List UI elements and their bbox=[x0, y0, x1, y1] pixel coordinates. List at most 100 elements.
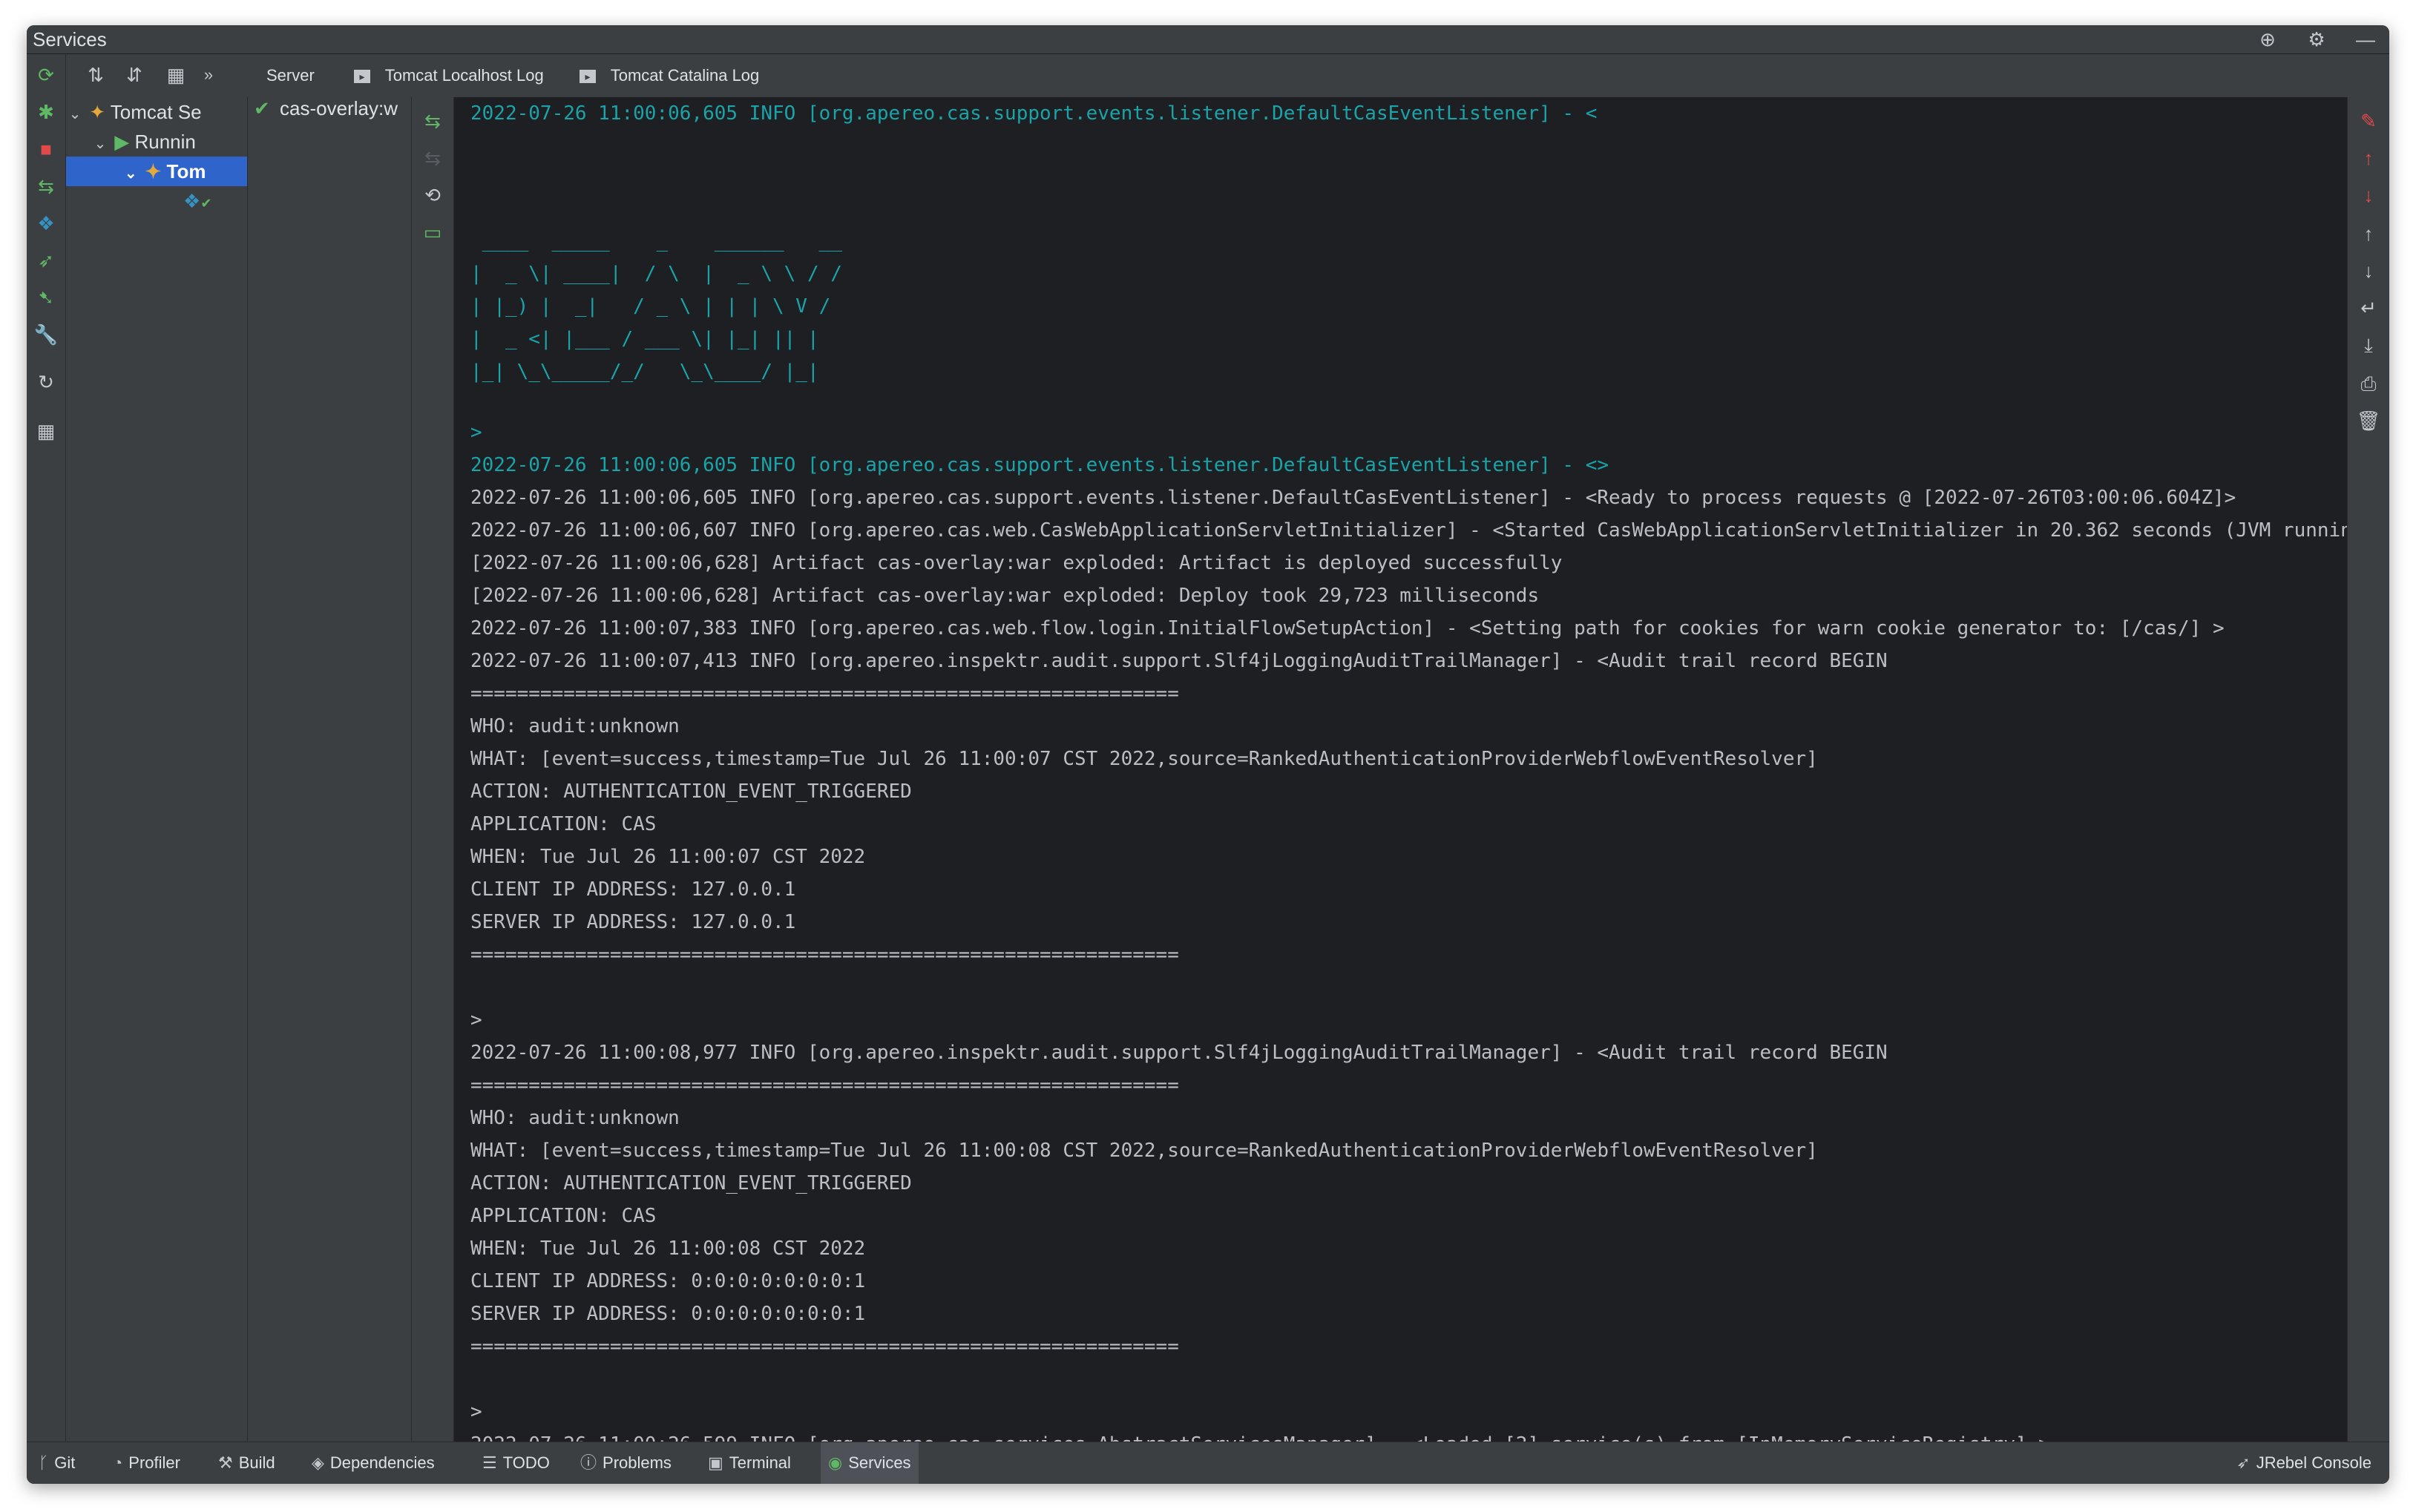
log-line: ACTION: AUTHENTICATION_EVENT_TRIGGERED bbox=[470, 780, 912, 803]
status-build[interactable]: ⚒ Build bbox=[211, 1442, 283, 1484]
console-output[interactable]: 2022-07-26 11:00:06,605 INFO [org.apereo… bbox=[454, 97, 2374, 1442]
ascii-art-line: | |_) | _| / _ \ | | | \ V / bbox=[470, 295, 831, 318]
status-bar: ᚴ Git ◔ Profiler ⚒ Build ◈ Dependencies ☰ TOD… bbox=[27, 1442, 2389, 1484]
git-icon: ᚴ bbox=[39, 1453, 49, 1472]
log-line: 2022-07-26 11:00:07,413 INFO [org.apereo… bbox=[470, 650, 1888, 672]
update-app-icon[interactable]: ⇆ bbox=[27, 170, 65, 203]
rerun-icon[interactable]: ⟳ bbox=[27, 59, 65, 91]
tab-tomcat-catalina-log[interactable]: ▸ Tomcat Catalina Log bbox=[580, 54, 759, 97]
group-icon[interactable]: ▦ bbox=[161, 60, 191, 90]
layout-icon[interactable]: ▦ bbox=[27, 415, 65, 447]
check-icon: ✔ bbox=[254, 97, 270, 119]
log-line: CLIENT IP ADDRESS: 127.0.0.1 bbox=[470, 878, 796, 901]
down-arrow-icon[interactable]: ↓ bbox=[2348, 252, 2389, 290]
terminal-icon: ▣ bbox=[708, 1453, 723, 1472]
deploy-icon[interactable]: ❖ bbox=[27, 207, 65, 240]
jrebel-run-icon[interactable]: ➶ bbox=[27, 244, 65, 277]
services-toolbar: ⇅ ⇵ ▦ » Server ▸ Tomcat Localhost Log ▸ … bbox=[66, 54, 2389, 97]
deployment-panel: ✔ cas-overlay:w bbox=[248, 97, 412, 1442]
tree-item-tomcat-instance[interactable]: ⌄ ✦ Tom bbox=[66, 157, 247, 186]
info-icon: ⓘ bbox=[580, 1453, 597, 1472]
status-todo[interactable]: ☰ TODO bbox=[475, 1442, 557, 1484]
tree-item-artifact[interactable]: ❖✔ bbox=[183, 186, 211, 216]
services-icon: ◉ bbox=[828, 1453, 843, 1472]
print-icon[interactable]: ⎙ bbox=[2348, 364, 2389, 403]
refresh-icon[interactable]: ↻ bbox=[27, 366, 65, 398]
jrebel-debug-icon[interactable]: ➷ bbox=[27, 281, 65, 314]
log-line: WHO: audit:unknown bbox=[470, 715, 680, 737]
log-line: APPLICATION: CAS bbox=[470, 813, 657, 835]
undeploy-icon[interactable]: ⇆ bbox=[412, 142, 453, 174]
status-profiler[interactable]: ◔ Profiler bbox=[105, 1442, 188, 1484]
log-line: [2022-07-26 11:00:06,628] Artifact cas-o… bbox=[470, 585, 1540, 607]
next-error-icon[interactable]: ↓ bbox=[2348, 176, 2389, 214]
gear-icon[interactable]: ⚙ bbox=[2302, 27, 2331, 52]
tab-tomcat-localhost-log[interactable]: ▸ Tomcat Localhost Log bbox=[354, 54, 544, 97]
debug-icon[interactable]: ✱ bbox=[27, 96, 65, 128]
stop-icon[interactable]: ■ bbox=[27, 133, 65, 165]
chevron-down-icon[interactable]: ⌄ bbox=[66, 99, 84, 129]
log-first-line: 2022-07-26 11:00:06,605 INFO [org.apereo… bbox=[470, 97, 1597, 130]
status-terminal[interactable]: ▣ Terminal bbox=[700, 1442, 798, 1484]
log-gt: > bbox=[470, 421, 482, 444]
tree-item-running[interactable]: ⌄ ▶ Runnin bbox=[91, 127, 196, 157]
status-jrebel-console[interactable]: ➶ JRebel Console bbox=[2229, 1442, 2379, 1484]
log-line: 2022-07-26 11:00:06,605 INFO [org.apereo… bbox=[470, 487, 2236, 509]
ide-window: Services ⊕ ⚙ — ⟳ ✱ ■ ⇆ ❖ ➶ ➷ 🔧 ↻ ▦ ⇅ ⇵ ▦… bbox=[27, 25, 2389, 1484]
tab-server-label: Server bbox=[266, 66, 315, 85]
log-line: SERVER IP ADDRESS: 127.0.0.1 bbox=[470, 911, 796, 933]
log-line: ========================================… bbox=[470, 683, 1179, 705]
services-tree: ⌄ ✦ Tomcat Se ⌄ ▶ Runnin ⌄ ✦ Tom ❖✔ bbox=[66, 97, 248, 1442]
log-line: WHAT: [event=success,timestamp=Tue Jul 2… bbox=[470, 1140, 1818, 1162]
trash-icon[interactable]: 🗑 bbox=[2348, 401, 2389, 440]
log-line: WHEN: Tue Jul 26 11:00:08 CST 2022 bbox=[470, 1237, 866, 1260]
services-left-toolbar: ⟳ ✱ ■ ⇆ ❖ ➶ ➷ 🔧 ↻ ▦ bbox=[27, 54, 66, 1442]
ascii-art-line: ____ _____ _ ______ __ bbox=[470, 230, 842, 252]
redeploy-icon[interactable]: ⟲ bbox=[412, 179, 453, 211]
log-line: 2022-07-26 11:00:06,607 INFO [org.apereo… bbox=[470, 519, 2374, 542]
scroll-to-end-icon[interactable]: ⤓ bbox=[2348, 326, 2389, 364]
wrench-icon[interactable]: 🔧 bbox=[27, 318, 65, 351]
log-line: 2022-07-26 11:00:06,605 INFO [org.apereo… bbox=[470, 454, 1609, 476]
clear-all-icon[interactable]: ✎ bbox=[2348, 102, 2389, 140]
title-bar: Services ⊕ ⚙ — bbox=[27, 25, 2389, 54]
log-line: > bbox=[470, 1401, 482, 1423]
crosshair-icon[interactable]: ⊕ bbox=[2253, 27, 2282, 52]
log-line: 2022-07-26 11:00:07,383 INFO [org.apereo… bbox=[470, 617, 2225, 640]
status-git[interactable]: ᚴ Git bbox=[31, 1442, 82, 1484]
expand-all-icon[interactable]: ⇅ bbox=[81, 60, 111, 90]
tomcat-icon: ✦ bbox=[89, 101, 106, 123]
status-problems[interactable]: ⓘ Problems bbox=[573, 1442, 679, 1484]
chevron-down-icon[interactable]: ⌄ bbox=[122, 159, 139, 188]
ascii-banner: ____ _____ _ ______ __ | _ \| ____| / \ … bbox=[470, 225, 842, 388]
minimize-icon[interactable]: — bbox=[2351, 27, 2380, 52]
check-icon: ✔ bbox=[200, 196, 212, 211]
chevron-down-icon[interactable]: ⌄ bbox=[91, 129, 109, 159]
artifact-deploy-icon[interactable]: ▭ bbox=[412, 216, 453, 249]
status-dependencies[interactable]: ◈ Dependencies bbox=[304, 1442, 442, 1484]
run-icon: ▶ bbox=[114, 131, 130, 153]
log-line: 2022-07-26 11:00:26,599 INFO [org.apereo… bbox=[470, 1433, 2050, 1442]
deploy-all-icon[interactable]: ⇆ bbox=[412, 105, 453, 137]
deployment-item[interactable]: ✔ cas-overlay:w bbox=[254, 97, 398, 120]
log-line: > bbox=[470, 1009, 482, 1031]
tree-item-tomcat-server[interactable]: ⌄ ✦ Tomcat Se bbox=[66, 97, 202, 127]
log-line: 2022-07-26 11:00:08,977 INFO [org.apereo… bbox=[470, 1042, 1888, 1064]
tab-server[interactable]: Server bbox=[266, 54, 315, 97]
status-services[interactable]: ◉ Services bbox=[821, 1442, 919, 1484]
up-arrow-icon[interactable]: ↑ bbox=[2348, 214, 2389, 253]
log-lines: 2022-07-26 11:00:06,605 INFO [org.apereo… bbox=[470, 481, 2374, 1442]
terminal-icon: ▸ bbox=[580, 70, 596, 84]
hammer-icon: ⚒ bbox=[218, 1453, 233, 1472]
more-icon[interactable]: » bbox=[194, 60, 223, 90]
soft-wrap-icon[interactable]: ↵ bbox=[2348, 289, 2389, 327]
log-line: 2022-07-26 11:00:06,605 INFO [org.apereo… bbox=[470, 102, 1598, 125]
log-line: APPLICATION: CAS bbox=[470, 1205, 657, 1227]
log-line: ========================================… bbox=[470, 1074, 1179, 1097]
artifact-icon: ❖ bbox=[183, 190, 201, 212]
collapse-all-icon[interactable]: ⇵ bbox=[119, 60, 149, 90]
log-line: [2022-07-26 11:00:06,628] Artifact cas-o… bbox=[470, 552, 1563, 574]
log-line: ========================================… bbox=[470, 1335, 1179, 1358]
jrebel-icon: ➶ bbox=[2236, 1453, 2251, 1472]
previous-error-icon[interactable]: ↑ bbox=[2348, 139, 2389, 177]
